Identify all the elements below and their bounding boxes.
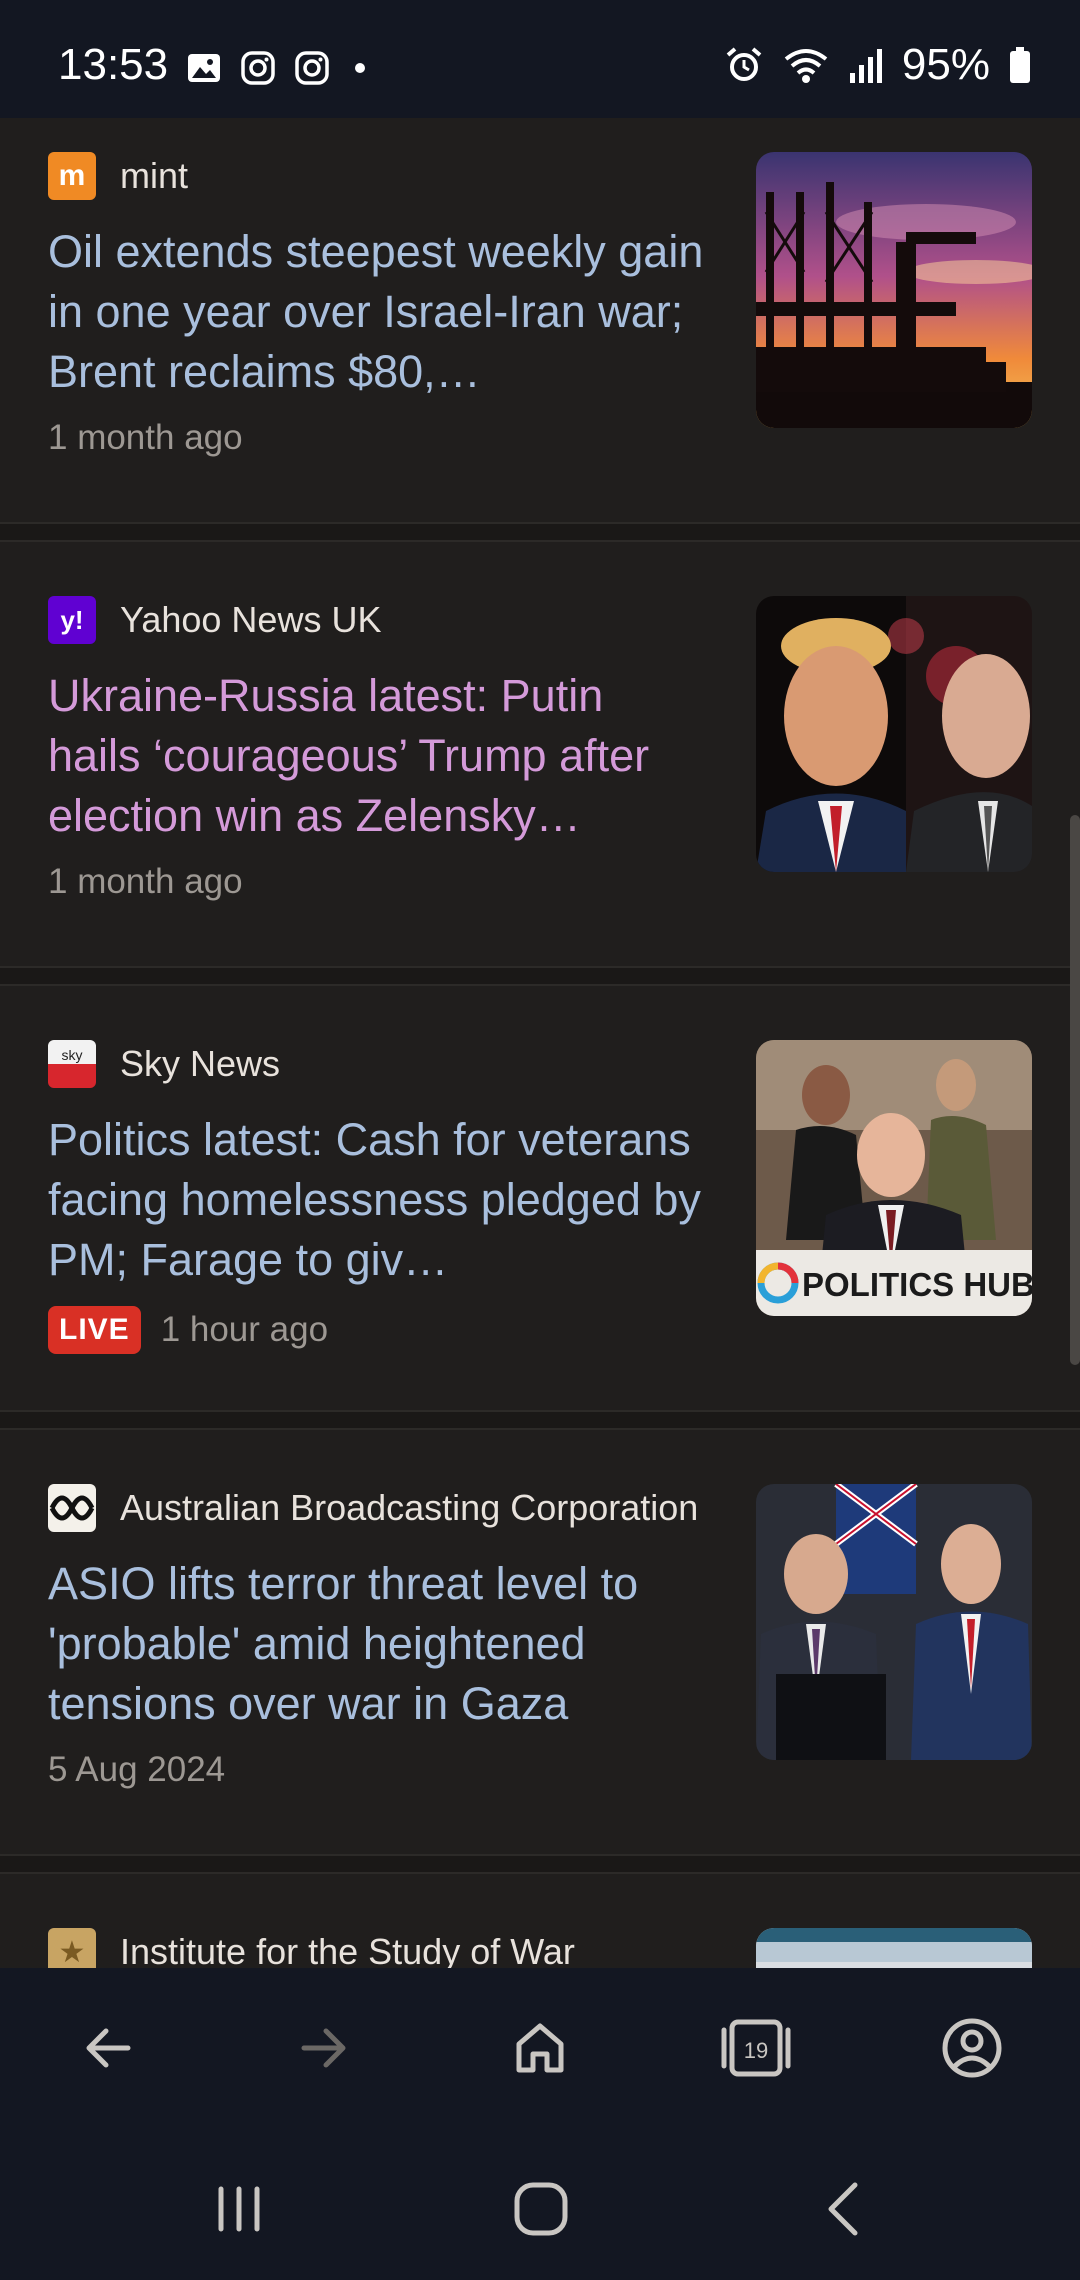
tab-count: 19 [744, 2038, 768, 2063]
system-nav-bar [0, 2128, 1080, 2280]
gallery-icon [188, 54, 220, 82]
headline[interactable]: Ukraine-Russia latest: Putin hails ‘cour… [48, 666, 708, 846]
source-name: Yahoo News UK [120, 599, 382, 640]
article-thumbnail[interactable] [756, 1484, 1032, 1760]
card-divider [0, 1410, 1080, 1430]
news-feed[interactable]: m mint Oil extends steepest weekly gain … [0, 118, 1080, 1968]
card-divider [0, 522, 1080, 542]
account-button[interactable] [932, 2008, 1012, 2088]
mint-logo-icon: m [48, 152, 96, 200]
source-name: Institute for the Study of War [120, 1931, 575, 1968]
card-meta: LIVE 1 hour ago [48, 1306, 328, 1354]
abc-lissajous-icon [49, 1495, 95, 1521]
news-card[interactable]: m mint Oil extends steepest weekly gain … [0, 118, 1080, 540]
source-name: Sky News [120, 1043, 281, 1084]
card-source: ★ Institute for the Study of War [48, 1928, 575, 1968]
live-badge: LIVE [48, 1306, 141, 1354]
headline[interactable]: Politics latest: Cash for veterans facin… [48, 1110, 708, 1290]
home-circle-icon [514, 2182, 568, 2236]
card-divider [0, 966, 1080, 986]
recents-button[interactable] [194, 2164, 284, 2254]
battery-icon [1010, 47, 1030, 83]
yahoo-logo-icon: y! [48, 596, 96, 644]
news-card[interactable]: sky Sky News Politics latest: Cash for v… [0, 1006, 1080, 1428]
logo-text: sky [61, 1047, 83, 1063]
card-source: m mint [48, 152, 188, 200]
timestamp: 1 hour ago [160, 1310, 329, 1349]
card-meta: 1 month ago [48, 862, 243, 902]
news-card[interactable]: ★ Institute for the Study of War [0, 1894, 1080, 1968]
browser-toolbar: 19 [0, 1968, 1080, 2128]
home-icon [516, 2023, 564, 2073]
timestamp: 1 month ago [48, 862, 243, 901]
article-thumbnail[interactable] [756, 596, 1032, 872]
tabs-button[interactable]: 19 [716, 2008, 796, 2088]
recents-icon [218, 2186, 260, 2232]
instagram-icon [241, 51, 275, 85]
politics-hub-image: POLITICS HUB [756, 1040, 1032, 1316]
home-button[interactable] [500, 2008, 580, 2088]
logo-text: m [58, 159, 86, 192]
logo-text: y! [60, 604, 84, 635]
status-bar: 13:53 95% [0, 0, 1080, 118]
article-thumbnail[interactable] [756, 1928, 1032, 1968]
instagram-icon [295, 51, 329, 85]
article-thumbnail[interactable]: POLITICS HUB [756, 1040, 1032, 1316]
card-source: sky Sky News [48, 1040, 280, 1088]
oil-rig-sunset-image [756, 152, 1032, 428]
card-divider [0, 1854, 1080, 1874]
signal-icon [849, 49, 882, 83]
tabs-icon: 19 [721, 2019, 791, 2077]
alarm-icon [726, 47, 762, 81]
scrollbar[interactable] [1070, 815, 1080, 1365]
timestamp: 5 Aug 2024 [48, 1750, 226, 1789]
source-name: Australian Broadcasting Corporation [120, 1487, 699, 1528]
article-thumbnail[interactable] [756, 152, 1032, 428]
isw-logo-icon: ★ [48, 1928, 96, 1968]
card-source: y! Yahoo News UK [48, 596, 381, 644]
back-button[interactable] [68, 2008, 148, 2088]
map-thumbnail-image [756, 1928, 1032, 1968]
source-name: mint [120, 155, 189, 196]
notification-icons [186, 50, 372, 86]
press-conference-image [756, 1484, 1032, 1760]
timestamp: 1 month ago [48, 418, 243, 457]
card-meta: 5 Aug 2024 [48, 1750, 225, 1790]
headline[interactable]: Oil extends steepest weekly gain in one … [48, 222, 708, 402]
forward-arrow-icon [301, 2028, 346, 2068]
system-home-button[interactable] [496, 2164, 586, 2254]
sky-news-logo-icon: sky [48, 1040, 96, 1088]
forward-button[interactable] [284, 2008, 364, 2088]
account-icon [942, 2018, 1002, 2078]
system-status-icons: 95% [724, 40, 1032, 90]
headline[interactable]: ASIO lifts terror threat level to 'proba… [48, 1554, 708, 1734]
thumbnail-caption: POLITICS HUB [802, 1266, 1032, 1303]
news-card[interactable]: abc Australian Broadcasting Corporation … [0, 1450, 1080, 1872]
status-time: 13:53 [58, 40, 169, 89]
system-back-button[interactable] [800, 2164, 890, 2254]
logo-text: ★ [58, 1935, 86, 1969]
card-source: abc Australian Broadcasting Corporation [48, 1484, 698, 1532]
card-meta: 1 month ago [48, 418, 243, 458]
dot-icon [355, 63, 365, 73]
two-leaders-portrait-image [756, 596, 1032, 872]
abc-logo-icon: abc [48, 1484, 96, 1532]
back-arrow-icon [86, 2028, 131, 2068]
news-card[interactable]: y! Yahoo News UK Ukraine-Russia latest: … [0, 562, 1080, 984]
back-chevron-icon [828, 2182, 858, 2236]
wifi-icon [784, 49, 828, 83]
battery-percent: 95% [901, 40, 990, 89]
